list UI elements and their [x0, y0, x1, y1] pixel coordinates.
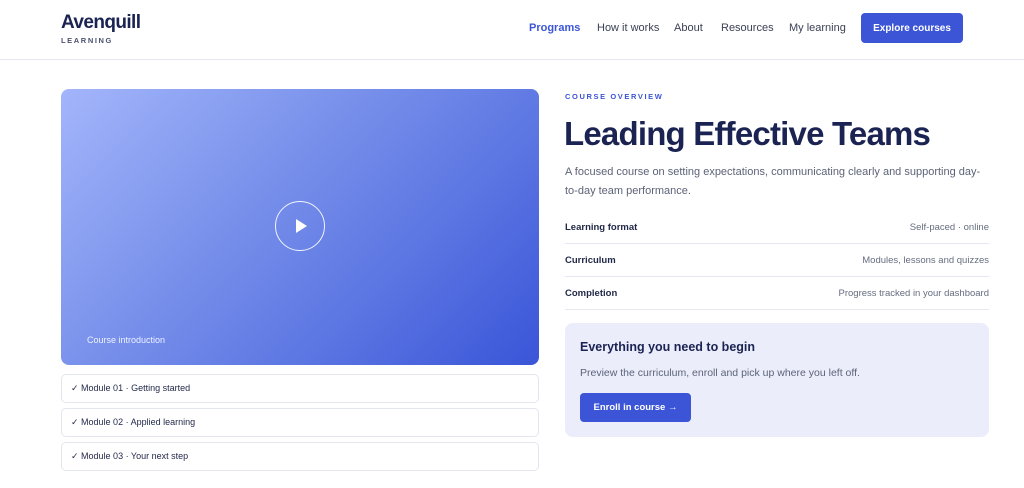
enroll-button[interactable]: Enroll in course →	[580, 393, 691, 422]
course-video-player[interactable]: Course introduction	[61, 89, 539, 365]
section-eyebrow: COURSE OVERVIEW	[565, 92, 664, 101]
module-label: ✓ Module 01 · Getting started	[71, 383, 191, 393]
detail-value: Modules, lessons and quizzes	[862, 254, 989, 266]
module-item-03[interactable]: ✓ Module 03 · Your next step	[61, 442, 539, 471]
card-title: Everything you need to begin	[580, 340, 756, 354]
module-label: ✓ Module 03 · Your next step	[71, 451, 189, 461]
explore-courses-button[interactable]: Explore courses	[861, 13, 963, 43]
nav-item-programs[interactable]: Programs	[529, 22, 580, 34]
module-item-01[interactable]: ✓ Module 01 · Getting started	[61, 374, 539, 403]
detail-row-learning-format: Learning format Self-paced · online	[565, 211, 989, 244]
video-caption: Course introduction	[87, 335, 166, 345]
site-header: Avenquill LEARNING Programs How it works…	[0, 0, 1024, 60]
detail-label: Curriculum	[565, 254, 616, 266]
nav-item-resources[interactable]: Resources	[721, 22, 774, 34]
nav-item-how-it-works[interactable]: How it works	[597, 22, 659, 34]
detail-row-curriculum: Curriculum Modules, lessons and quizzes	[565, 244, 989, 277]
get-started-card: Everything you need to begin Preview the…	[565, 323, 989, 437]
detail-row-completion: Completion Progress tracked in your dash…	[565, 277, 989, 310]
course-description: A focused course on setting expectations…	[565, 166, 981, 197]
play-icon	[296, 219, 307, 233]
brand-tagline: LEARNING	[61, 36, 113, 45]
module-label: ✓ Module 02 · Applied learning	[71, 417, 196, 427]
detail-value: Progress tracked in your dashboard	[838, 287, 990, 299]
nav-item-my-learning[interactable]: My learning	[789, 22, 846, 34]
course-title: Leading Effective Teams	[564, 115, 931, 152]
play-button[interactable]	[275, 201, 325, 251]
detail-value: Self-paced · online	[909, 221, 989, 233]
nav-item-about[interactable]: About	[674, 22, 703, 34]
card-text: Preview the curriculum, enroll and pick …	[580, 367, 860, 379]
detail-label: Learning format	[565, 221, 638, 233]
detail-label: Completion	[565, 287, 618, 299]
module-item-02[interactable]: ✓ Module 02 · Applied learning	[61, 408, 539, 437]
